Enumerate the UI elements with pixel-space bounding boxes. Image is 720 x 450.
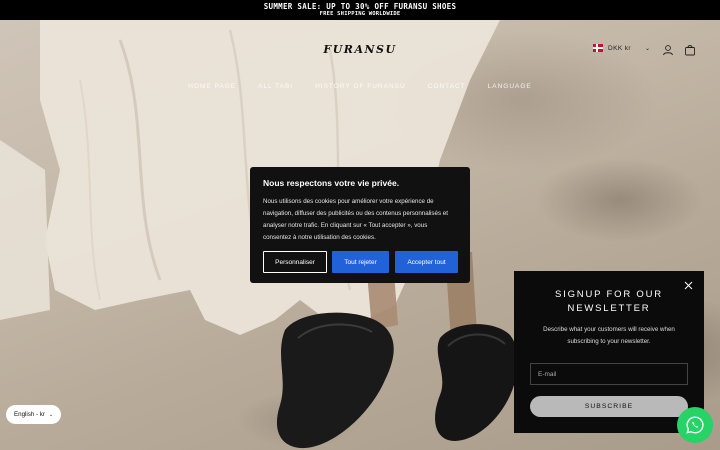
flag-dk-icon <box>593 44 603 52</box>
accept-all-button[interactable]: Accepter tout <box>395 251 458 273</box>
whatsapp-icon <box>686 416 704 434</box>
cookie-buttons: Personnaliser Tout rejeter Accepter tout <box>263 251 458 273</box>
nav-item-contact[interactable]: CONTACT <box>428 83 466 90</box>
chevron-down-icon: ⌄ <box>48 411 54 418</box>
main-navigation: HOME PAGE ALL TABI HISTORY OF FURANSU CO… <box>0 83 720 90</box>
language-selector[interactable]: English - kr ⌄ <box>6 405 61 424</box>
newsletter-title: SIGNUP FOR OUR NEWSLETTER <box>555 289 663 314</box>
announcement-sale-text: SUMMER SALE: UP TO 30% OFF FURANSU SHOES <box>263 2 457 11</box>
cookie-consent-dialog: Nous respectons votre vie privée. Nous u… <box>250 167 470 283</box>
cookie-title: Nous respectons votre vie privée. <box>263 178 400 188</box>
subscribe-button[interactable]: SUBSCRIBE <box>530 396 688 417</box>
reject-all-button[interactable]: Tout rejeter <box>332 251 389 273</box>
user-icon[interactable] <box>662 44 674 56</box>
currency-label: DKK kr <box>608 44 631 52</box>
announcement-bar: SUMMER SALE: UP TO 30% OFF FURANSU SHOES… <box>0 0 720 20</box>
cart-bag-icon[interactable] <box>684 44 696 56</box>
newsletter-description: Describe what your customers will receiv… <box>543 326 675 345</box>
nav-item-all-tabi[interactable]: ALL TABI <box>258 83 293 90</box>
customize-cookies-button[interactable]: Personnaliser <box>263 251 327 273</box>
email-field[interactable] <box>530 363 688 385</box>
announcement-shipping-text: FREE SHIPPING WORLDWIDE <box>319 11 401 17</box>
currency-selector[interactable]: DKK kr ⌄ <box>593 44 650 52</box>
whatsapp-button[interactable] <box>677 407 713 443</box>
language-label: English - kr <box>14 411 45 418</box>
chevron-down-icon: ⌄ <box>645 45 651 52</box>
newsletter-popup: SIGNUP FOR OUR NEWSLETTER Describe what … <box>514 271 704 433</box>
cookie-body-text: Nous utilisons des cookies pour améliore… <box>263 198 448 241</box>
nav-item-language[interactable]: LANGUAGE <box>488 83 532 90</box>
nav-item-home-page[interactable]: HOME PAGE <box>188 83 236 90</box>
nav-item-history[interactable]: HISTORY OF FURANSU <box>315 83 406 90</box>
